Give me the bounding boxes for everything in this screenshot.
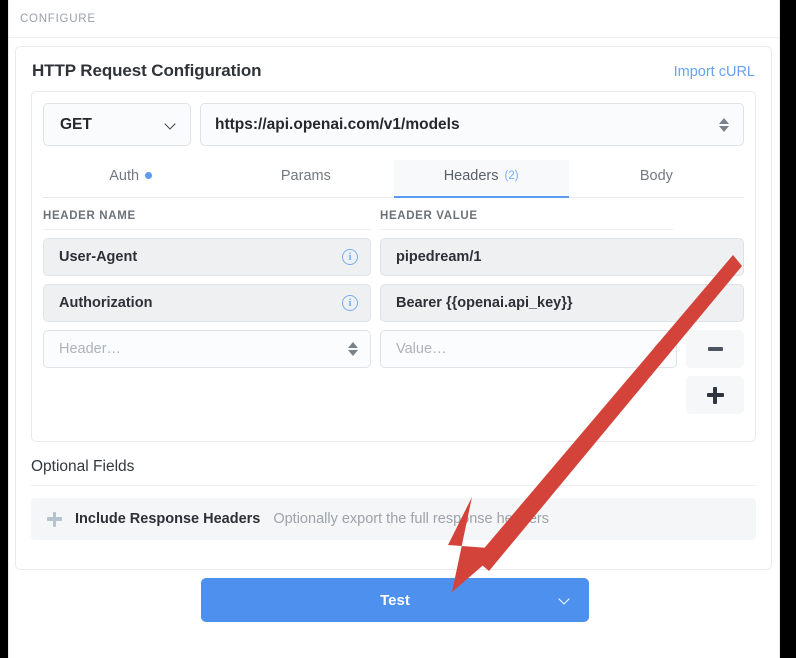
import-curl-link[interactable]: Import cURL	[674, 64, 755, 80]
header-name-input-2[interactable]: Header…	[43, 330, 371, 368]
header-name-value-1: Authorization	[59, 295, 153, 311]
optional-field-include-response-headers[interactable]: Include Response Headers Optionally expo…	[31, 498, 756, 540]
stepper-down-arrow	[654, 350, 664, 356]
headers-table: HEADER NAME HEADER VALUE User-Agent i pi…	[43, 210, 744, 414]
stepper-down-arrow	[348, 350, 358, 356]
app-column: CONFIGURE HTTP Request Configuration Imp…	[8, 0, 780, 658]
header-name-input-1[interactable]: Authorization i	[43, 284, 371, 322]
url-input[interactable]: https://api.openai.com/v1/models	[200, 103, 744, 146]
add-header-row-button[interactable]	[686, 376, 744, 414]
http-method-select[interactable]: GET	[43, 103, 191, 146]
table-row: User-Agent i pipedream/1	[43, 238, 744, 276]
http-request-config-card: HTTP Request Configuration Import cURL G…	[15, 46, 772, 570]
add-row-area	[43, 376, 744, 414]
optional-field-label: Include Response Headers	[75, 511, 261, 527]
header-value-input-2[interactable]: Value…	[380, 330, 677, 368]
tab-auth[interactable]: Auth	[43, 160, 218, 197]
minus-icon	[707, 347, 723, 351]
optional-fields-title: Optional Fields	[31, 458, 756, 486]
headers-column-headers: HEADER NAME HEADER VALUE	[43, 210, 744, 230]
chevron-down-icon	[166, 119, 177, 130]
tab-headers-label: Headers	[443, 167, 499, 184]
url-value: https://api.openai.com/v1/models	[215, 115, 460, 133]
tab-headers-count: (2)	[504, 169, 519, 182]
updown-stepper-icon[interactable]	[654, 342, 664, 356]
request-box: GET https://api.openai.com/v1/models Aut…	[31, 91, 756, 442]
card-header: HTTP Request Configuration Import cURL	[16, 47, 771, 81]
page-title: HTTP Request Configuration	[32, 61, 262, 80]
optional-field-description: Optionally export the full response head…	[273, 511, 550, 527]
configure-header-bar: CONFIGURE	[9, 0, 779, 38]
tab-body[interactable]: Body	[569, 160, 744, 197]
header-name-placeholder-2: Header…	[59, 341, 122, 357]
auth-status-dot-icon	[145, 172, 153, 179]
updown-stepper-icon[interactable]	[719, 117, 729, 132]
column-header-name: HEADER NAME	[43, 210, 371, 230]
test-button[interactable]: Test	[201, 578, 589, 622]
stepper-up-arrow	[654, 342, 664, 348]
tab-body-label: Body	[639, 167, 673, 184]
tab-params[interactable]: Params	[218, 160, 393, 197]
header-name-value-0: User-Agent	[59, 249, 138, 265]
url-row: GET https://api.openai.com/v1/models	[43, 103, 744, 146]
footer-actions: Test	[9, 578, 781, 622]
http-method-value: GET	[60, 115, 92, 133]
info-icon[interactable]: i	[342, 249, 358, 265]
remove-header-row-button[interactable]	[686, 330, 744, 368]
plus-icon	[706, 386, 724, 404]
updown-stepper-icon[interactable]	[348, 342, 358, 356]
info-icon[interactable]: i	[342, 295, 358, 311]
header-value-placeholder-2: Value…	[396, 341, 447, 357]
test-button-label: Test	[380, 591, 410, 609]
request-tabs: Auth Params Headers (2) Body	[43, 160, 744, 198]
tab-params-label: Params	[280, 167, 331, 184]
table-row: Authorization i Bearer {{openai.api_key}…	[43, 284, 744, 322]
tab-auth-label: Auth	[109, 167, 140, 184]
header-name-input-0[interactable]: User-Agent i	[43, 238, 371, 276]
stepper-down-arrow	[719, 125, 729, 132]
header-value-input-0[interactable]: pipedream/1	[380, 238, 744, 276]
chevron-down-icon[interactable]	[560, 595, 569, 604]
header-value-value-0: pipedream/1	[396, 249, 482, 265]
stepper-up-arrow	[719, 117, 729, 124]
tab-headers[interactable]: Headers (2)	[393, 160, 570, 198]
stepper-up-arrow	[348, 342, 358, 348]
configure-label: CONFIGURE	[20, 12, 96, 25]
screenshot-root: CONFIGURE HTTP Request Configuration Imp…	[0, 0, 796, 658]
table-row-empty: Header… Value…	[43, 330, 744, 368]
plus-icon	[47, 511, 62, 527]
column-header-value: HEADER VALUE	[380, 210, 673, 230]
header-value-input-1[interactable]: Bearer {{openai.api_key}}	[380, 284, 744, 322]
header-value-value-1: Bearer {{openai.api_key}}	[396, 295, 573, 311]
